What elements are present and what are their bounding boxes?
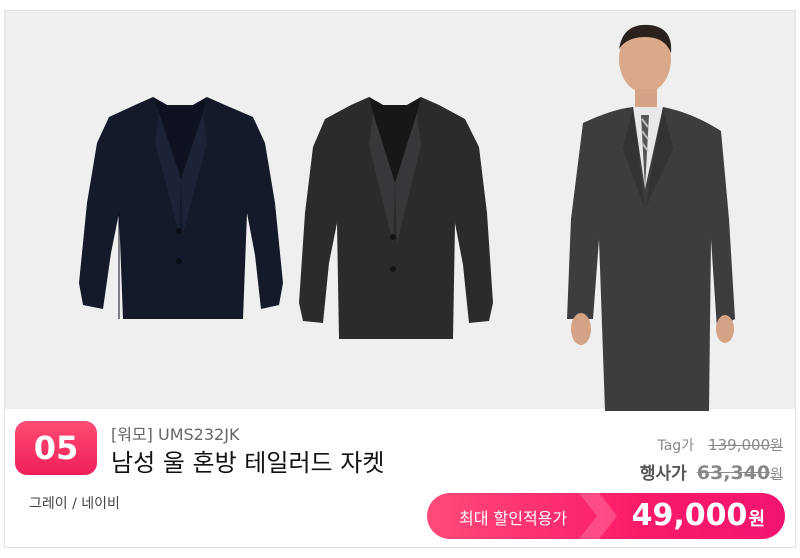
rank-badge: 05 xyxy=(15,421,97,475)
gray-jacket-image xyxy=(299,97,493,339)
event-price-label: 행사가 xyxy=(639,464,687,484)
tag-price-row: Tag가 139,000원 xyxy=(657,435,783,455)
navy-jacket-image xyxy=(79,97,283,319)
discount-price-button[interactable]: 최대 할인적용가 49,000 원 xyxy=(427,493,785,539)
product-title[interactable]: 남성 울 혼방 테일러드 자켓 xyxy=(111,443,384,478)
tag-price-value: 139,000원 xyxy=(708,436,783,454)
brand-code: [워모] UMS232JK xyxy=(111,425,240,444)
event-price-row: 행사가 63,340원 xyxy=(640,459,783,484)
tag-price-label: Tag가 xyxy=(657,438,695,454)
color-options: 그레이 / 네이비 xyxy=(29,496,120,512)
product-image-area[interactable] xyxy=(5,11,795,411)
chevron-right-icon xyxy=(579,493,617,539)
discount-label: 최대 할인적용가 xyxy=(459,509,568,528)
event-price-value: 63,340원 xyxy=(696,462,783,484)
product-info: 05 [워모] UMS232JK 남성 울 혼방 테일러드 자켓 그레이 / 네… xyxy=(5,409,795,547)
model-image xyxy=(567,24,735,411)
product-card[interactable]: 05 [워모] UMS232JK 남성 울 혼방 테일러드 자켓 그레이 / 네… xyxy=(4,10,796,548)
final-price: 49,000 원 xyxy=(631,498,765,533)
